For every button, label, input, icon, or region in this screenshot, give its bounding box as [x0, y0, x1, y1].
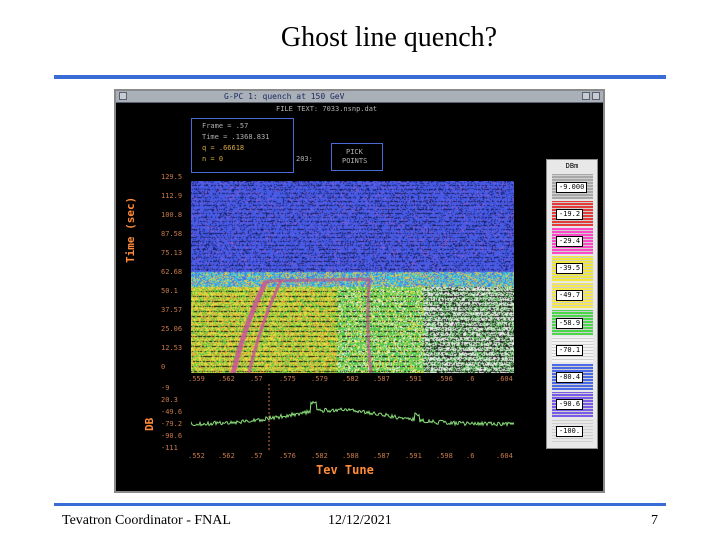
x-tick: .576: [279, 452, 296, 460]
y-tick: 50.1: [161, 287, 178, 295]
info-time: Time = .1368.831: [202, 133, 270, 141]
legend-label: -100.: [556, 426, 584, 438]
info-frame: Frame = .57: [202, 122, 249, 130]
legend-bands: -9.000 -19.2 -29.4 -39.5 -49.7 -58.9 -70.1 -80.…: [552, 174, 593, 446]
spectrum-trace: [191, 400, 514, 427]
x-tick: .559: [188, 375, 205, 383]
legend-item: -29.4: [552, 228, 593, 254]
window-menu-button[interactable]: [119, 92, 127, 100]
x-tick: .552: [188, 452, 205, 460]
x-tick: .604: [496, 375, 513, 383]
legend-item: -90.6: [552, 391, 593, 417]
legend-label: -39.5: [556, 263, 584, 275]
x-tick: .604: [496, 452, 513, 460]
mode-label: 203:: [296, 155, 313, 163]
spectrogram-y-axis-title: Time (sec): [124, 196, 137, 263]
x-tick: .579: [311, 375, 328, 383]
y-tick: 112.9: [161, 192, 183, 200]
spectrogram-plot[interactable]: [191, 181, 514, 373]
x-tick: .582: [342, 375, 359, 383]
y-tick: 37.57: [161, 306, 183, 314]
info-n: n = 0: [202, 155, 224, 163]
x-tick: .6: [466, 375, 475, 383]
y-tick: 75.13: [161, 249, 183, 257]
x-tick: .6: [466, 452, 475, 460]
title-divider: [54, 75, 666, 79]
x-tick: .598: [436, 452, 453, 460]
y-tick: -9: [161, 384, 170, 392]
footer-organization: Tevatron Coordinator - FNAL: [62, 513, 231, 528]
y-tick: 12.53: [161, 344, 183, 352]
legend-label: -58.9: [556, 317, 584, 329]
pick-points-button[interactable]: PICK POINTS: [331, 143, 383, 171]
window-title: G-PC 1: quench at 150 GeV: [224, 92, 345, 101]
slide-title: Ghost line quench?: [280, 22, 498, 53]
x-tick: .587: [373, 452, 390, 460]
x-tick: .591: [405, 375, 422, 383]
window-titlebar: G-PC 1: quench at 150 GeV: [116, 91, 603, 103]
y-tick: 62.68: [161, 268, 183, 276]
x-tick: .596: [436, 375, 453, 383]
x-tick: .562: [218, 375, 235, 383]
legend-label: -70.1: [556, 344, 584, 356]
spectrum-x-axis-title: Tev Tune: [316, 463, 374, 477]
legend-item: -70.1: [552, 337, 593, 363]
x-tick: .575: [279, 375, 296, 383]
footer-page-number: 7: [651, 513, 658, 528]
y-tick: -90.6: [161, 432, 183, 440]
legend-item: -19.2: [552, 201, 593, 227]
legend-item: -9.000: [552, 174, 593, 200]
legend-label: -80.4: [556, 371, 584, 383]
y-tick: -79.2: [161, 420, 183, 428]
pick-label: PICK: [346, 148, 363, 156]
spectrum-plot[interactable]: [191, 384, 514, 450]
legend-label: -19.2: [556, 208, 584, 220]
x-tick: .57: [250, 452, 263, 460]
x-tick: .582: [311, 452, 328, 460]
legend-item: -80.4: [552, 364, 593, 390]
screenshot-window: G-PC 1: quench at 150 GeV FILE TEXT: 703…: [114, 89, 605, 493]
color-legend: DBm -9.000 -19.2 -29.4 -39.5 -49.7 -58.9 -70.1…: [546, 159, 598, 449]
file-text-label: FILE TEXT: 7033.nsnp.dat: [276, 105, 378, 113]
y-tick: 129.5: [161, 173, 183, 181]
legend-label: -9.000: [556, 181, 588, 193]
legend-title: DBm: [565, 162, 579, 170]
minimize-button[interactable]: [582, 92, 590, 100]
x-tick: .562: [218, 452, 235, 460]
y-tick: 0: [161, 363, 166, 371]
y-tick: 25.06: [161, 325, 183, 333]
legend-item: -39.5: [552, 255, 593, 281]
x-tick: .591: [405, 452, 422, 460]
y-tick: -111: [161, 444, 178, 452]
legend-label: -49.7: [556, 290, 584, 302]
x-tick: .587: [373, 375, 390, 383]
x-tick: .588: [342, 452, 359, 460]
legend-label: -29.4: [556, 235, 584, 247]
legend-item: -58.9: [552, 310, 593, 336]
legend-item: -49.7: [552, 282, 593, 308]
footer-date: 12/12/2021: [328, 513, 392, 528]
info-q: q = .66618: [202, 144, 245, 152]
x-tick: .57: [250, 375, 263, 383]
y-tick: 20.3: [161, 396, 178, 404]
y-tick: 87.58: [161, 230, 183, 238]
spectrum-y-axis-title: DB: [143, 417, 156, 431]
legend-item: -100.: [552, 418, 593, 444]
points-label: POINTS: [342, 157, 368, 165]
maximize-button[interactable]: [592, 92, 600, 100]
y-tick: -49.6: [161, 408, 183, 416]
footer-divider: [54, 503, 666, 506]
info-panel: Frame = .57 Time = .1368.831 q = .66618 …: [191, 118, 294, 173]
legend-label: -90.6: [556, 399, 584, 411]
y-tick: 100.8: [161, 211, 183, 219]
